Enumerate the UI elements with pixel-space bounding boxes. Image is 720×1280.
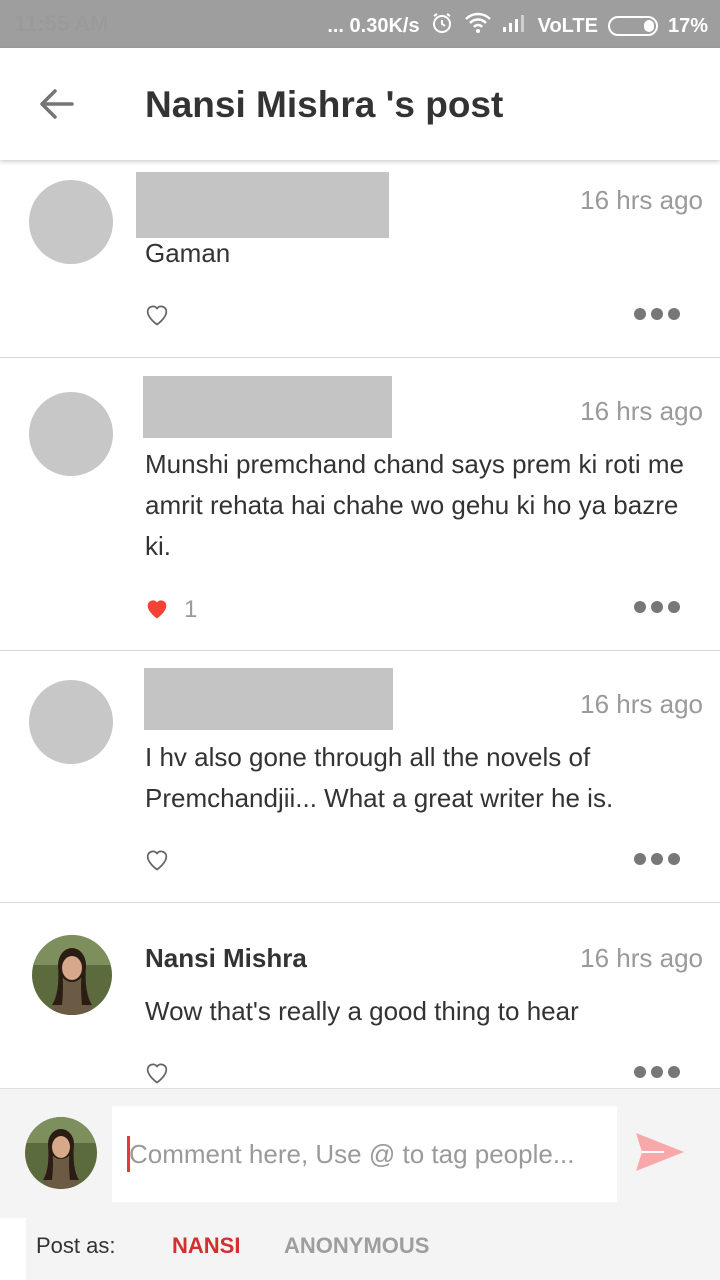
comment-item: 16 hrs ago I hv also gone through all th… [0,651,720,903]
comment-item: Nansi Mishra 16 hrs ago Wow that's reall… [0,903,720,1088]
post-as-option-nansi[interactable]: NANSI [172,1233,240,1259]
like-count: 1 [184,596,198,623]
send-icon[interactable] [634,1130,686,1174]
comment-text: Wow that's really a good thing to hear [145,996,579,1026]
comment-time: 16 hrs ago [580,396,703,426]
signal-icon [502,13,528,39]
comment-input[interactable] [112,1106,617,1202]
comment-text: I hv also gone through all the novels of… [145,742,614,813]
more-options-button[interactable] [634,601,680,613]
comment-time: 16 hrs ago [580,689,703,719]
page-title: Nansi Mishra 's post [145,84,504,125]
battery-icon [607,16,658,36]
comment-item: 16 hrs ago Munshi premchand chand says p… [0,358,720,651]
heart-outline-icon[interactable] [143,1058,171,1086]
post-as-label: Post as: [36,1233,116,1258]
comment-composer [0,1088,720,1218]
alarm-icon [430,11,454,41]
comments-list[interactable]: 16 hrs ago Gaman 16 hrs ago Munshi premc… [0,160,720,1088]
author-name-placeholder[interactable] [136,172,389,238]
wifi-icon [464,12,492,40]
author-name-placeholder[interactable] [144,668,393,730]
comment-text: Munshi premchand chand says prem ki roti… [145,449,685,561]
avatar[interactable] [29,680,113,764]
comment-item: 16 hrs ago Gaman [0,160,720,358]
heart-outline-icon[interactable] [143,300,171,328]
battery-level: 17% [667,14,708,37]
more-options-button[interactable] [634,853,680,865]
arrow-left-icon [40,89,74,119]
heart-filled-icon[interactable] [143,594,171,622]
post-as-option-anonymous[interactable]: ANONYMOUS [284,1233,429,1259]
current-user-avatar [25,1117,97,1189]
status-bar: 11:55 AM ... 0.30K/s VoLTE 17% [0,0,720,48]
author-name[interactable]: Nansi Mishra [145,943,307,974]
back-button[interactable] [28,78,84,130]
comment-text: Gaman [145,238,231,268]
text-cursor [127,1136,130,1172]
avatar[interactable] [32,935,112,1015]
net-speed: ... 0.30K/s [327,14,420,37]
avatar[interactable] [29,180,113,264]
post-as-bar: Post as: NANSI ANONYMOUS [26,1218,720,1280]
avatar[interactable] [29,392,113,476]
network-type: VoLTE [537,14,598,37]
heart-outline-icon[interactable] [143,845,171,873]
more-options-button[interactable] [634,308,680,320]
comment-time: 16 hrs ago [580,185,703,215]
app-bar: Nansi Mishra 's post [0,48,720,160]
author-name-placeholder[interactable] [143,376,392,438]
comment-time: 16 hrs ago [580,943,703,973]
status-icons: ... 0.30K/s VoLTE 17% [327,11,708,41]
more-options-button[interactable] [634,1066,680,1078]
